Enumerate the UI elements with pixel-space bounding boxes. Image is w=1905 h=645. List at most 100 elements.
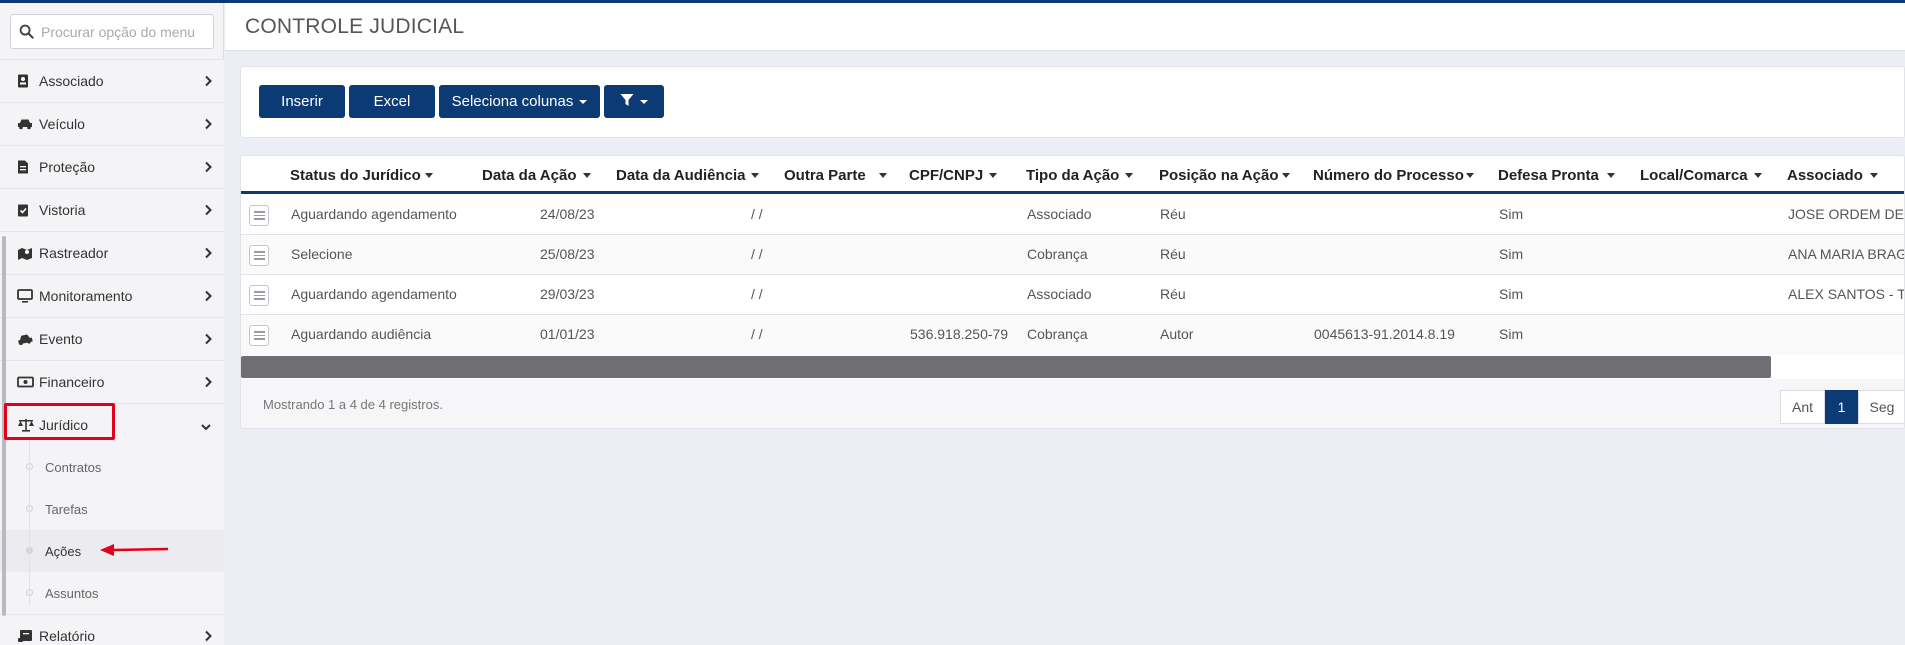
sidebar-item-label: Proteção [39,159,96,175]
table-row[interactable]: Aguardando agendamento 29/03/23 / / Asso… [241,275,1905,315]
insert-button[interactable]: Inserir [259,85,345,118]
cell-processo: 0045613-91.2014.8.19 [1314,326,1455,342]
chevron-right-icon [204,203,212,219]
pagination-page-1[interactable]: 1 [1825,390,1858,424]
sidebar-item-label: Monitoramento [39,288,133,304]
table-row[interactable]: Selecione 25/08/23 / / Cobrança Réu Sim … [241,235,1904,275]
cell-cpf-cnpj: 536.918.250-79 [910,326,1009,342]
column-header-tipo-acao[interactable]: Tipo da Ação [1026,167,1119,184]
submenu-item-label: Assuntos [45,585,99,601]
column-header-local-comarca[interactable]: Local/Comarca [1640,167,1748,184]
sidebar-item-relatorio[interactable]: Relatório [0,614,224,645]
sort-caret-icon[interactable] [1754,173,1762,178]
row-menu-icon[interactable] [249,285,269,306]
chevron-right-icon [204,332,212,348]
pagination-prev-button[interactable]: Ant [1780,390,1825,424]
excel-button[interactable]: Excel [349,85,435,118]
cell-status: Aguardando agendamento [291,206,457,222]
sidebar-item-associado[interactable]: Associado [0,59,224,102]
button-label: Inserir [281,93,323,110]
table-header: Status do Jurídico Data da Ação Data da … [241,156,1904,194]
table-row[interactable]: Aguardando audiência 01/01/23 / / 536.91… [241,315,1904,355]
page-header: CONTROLE JUDICIAL [225,3,1905,51]
row-menu-icon[interactable] [249,205,269,226]
column-header-data-acao[interactable]: Data da Ação [482,167,576,184]
row-menu-icon[interactable] [249,325,269,346]
sidebar-item-vistoria[interactable]: Vistoria [0,188,224,231]
search-input[interactable] [41,23,209,40]
toolbar-panel: Inserir Excel Seleciona colunas [240,66,1905,138]
annotation-highlight-box [4,403,115,440]
cell-data-acao: 24/08/23 [540,206,595,222]
cell-associado: ALEX SANTOS - TE [1788,286,1905,302]
sidebar-item-financeiro[interactable]: Financeiro [0,360,224,403]
submenu-item-assuntos[interactable]: Assuntos [0,572,224,614]
sidebar-item-veiculo[interactable]: Veículo [0,102,224,145]
column-header-numero-processo[interactable]: Número do Processo [1313,167,1464,184]
submenu-item-tarefas[interactable]: Tarefas [0,488,224,530]
sidebar-item-label: Associado [39,73,104,89]
monitor-icon [17,289,39,303]
caret-down-icon [579,99,588,104]
filter-button[interactable] [604,85,664,118]
sidebar-item-label: Vistoria [39,202,86,218]
sidebar-item-label: Relatório [39,628,96,644]
sort-caret-icon[interactable] [425,173,433,178]
column-header-outra-parte[interactable]: Outra Parte [784,167,866,184]
sidebar-item-protecao[interactable]: Proteção [0,145,224,188]
chevron-right-icon [204,74,212,90]
map-marker-icon [17,246,39,260]
sort-caret-icon[interactable] [751,173,759,178]
button-label: Seleciona colunas [451,93,574,110]
sort-caret-icon[interactable] [583,173,591,178]
submenu-item-label: Tarefas [45,501,88,517]
chevron-right-icon [204,289,212,305]
sidebar-item-label: Evento [39,331,83,347]
sidebar-item-rastreador[interactable]: Rastreador [0,231,224,274]
menu-search[interactable] [10,14,214,49]
cell-status: Aguardando agendamento [291,286,457,302]
sidebar-item-label: Financeiro [39,374,105,390]
sidebar: Associado Veículo Proteção Vistoria Rast… [0,3,224,645]
chevron-right-icon [204,246,212,262]
sort-caret-icon[interactable] [1607,173,1615,178]
column-header-status[interactable]: Status do Jurídico [290,167,421,184]
cell-tipo-acao: Associado [1027,286,1092,302]
column-header-associado[interactable]: Associado [1787,167,1863,184]
column-header-defesa-pronta[interactable]: Defesa Pronta [1498,167,1599,184]
cell-data-audiencia: / / [751,246,763,262]
caret-down-icon [640,99,648,104]
sort-caret-icon[interactable] [1870,173,1878,178]
cell-posicao: Autor [1160,326,1194,342]
horizontal-scrollbar[interactable] [241,356,1771,378]
cell-defesa: Sim [1499,286,1524,302]
sidebar-item-monitoramento[interactable]: Monitoramento [0,274,224,317]
pagination-next-button[interactable]: Seg [1858,390,1904,424]
cell-defesa: Sim [1499,246,1524,262]
sort-caret-icon[interactable] [1466,173,1474,178]
sort-caret-icon[interactable] [1282,173,1290,178]
search-icon [11,24,41,39]
sort-caret-icon[interactable] [1125,173,1133,178]
chevron-right-icon [204,629,212,645]
cell-posicao: Réu [1160,206,1186,222]
sidebar-item-evento[interactable]: Evento [0,317,224,360]
document-icon [17,160,39,174]
cell-data-audiencia: / / [751,286,763,302]
column-header-posicao-acao[interactable]: Posição na Ação [1159,167,1279,184]
row-menu-icon[interactable] [249,245,269,266]
cell-data-acao: 29/03/23 [540,286,595,302]
column-header-data-audiencia[interactable]: Data da Audiência [616,167,745,184]
sort-caret-icon[interactable] [989,173,997,178]
submenu-item-label: Ações [45,543,82,559]
submenu-item-contratos[interactable]: Contratos [0,446,224,488]
column-header-cpf-cnpj[interactable]: CPF/CNPJ [909,167,983,184]
submenu-connector-line [29,441,30,606]
cell-data-acao: 25/08/23 [540,246,595,262]
sort-caret-icon[interactable] [879,173,887,178]
select-columns-button[interactable]: Seleciona colunas [439,85,600,118]
cell-tipo-acao: Cobrança [1027,246,1088,262]
table-row[interactable]: Aguardando agendamento 24/08/23 / / Asso… [241,195,1904,235]
money-bill-icon [17,376,39,388]
page-title: CONTROLE JUDICIAL [245,15,465,38]
